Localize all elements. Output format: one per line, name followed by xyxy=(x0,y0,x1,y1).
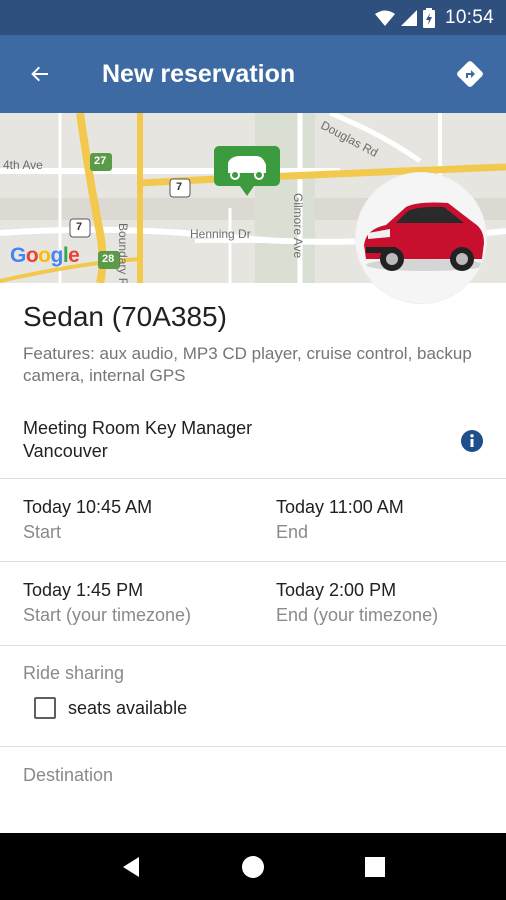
start-time-label: Start xyxy=(23,522,62,542)
seats-available-label: seats available xyxy=(68,697,188,718)
page-title: New reservation xyxy=(102,59,296,88)
nav-home-button[interactable] xyxy=(233,847,273,887)
wifi-icon xyxy=(374,10,395,26)
vehicle-features: Features: aux audio, MP3 CD player, crui… xyxy=(23,344,472,385)
directions-icon xyxy=(457,61,483,87)
tz-start-time-field: Today 1:45 PM Start (your timezone) xyxy=(23,580,191,626)
cell-signal-icon xyxy=(400,9,417,26)
street-henning-dr: Henning Dr xyxy=(190,227,251,241)
divider xyxy=(0,645,506,646)
tz-end-time-label: End (your timezone) xyxy=(276,605,439,625)
route-27-label: 27 xyxy=(94,155,107,167)
end-time-field[interactable]: Today 11:00 AM End xyxy=(276,497,404,543)
status-bar: 10:54 xyxy=(0,0,506,35)
arrow-back-icon xyxy=(31,66,48,82)
battery-charging-icon xyxy=(422,7,435,28)
route-28-label: 28 xyxy=(102,253,115,265)
street-4th-ave: 4th Ave xyxy=(3,158,43,172)
tz-end-time-value: Today 2:00 PM xyxy=(276,580,397,600)
start-time-value: Today 10:45 AM xyxy=(23,497,153,517)
end-time-label: End xyxy=(276,522,309,542)
status-icons xyxy=(374,7,435,28)
divider xyxy=(0,478,506,479)
circle-home-icon xyxy=(242,855,264,878)
destination-label[interactable]: Destination xyxy=(23,765,113,786)
triangle-back-icon xyxy=(123,856,139,877)
divider xyxy=(0,746,506,747)
google-logo: Google xyxy=(10,244,80,267)
tz-start-time-label: Start (your timezone) xyxy=(23,605,192,625)
street-boundary-rd: Boundary Rd xyxy=(116,223,130,283)
location-name: Meeting Room Key Manager xyxy=(23,418,253,438)
nav-back-button[interactable] xyxy=(111,847,151,887)
tz-end-time-field: Today 2:00 PM End (your timezone) xyxy=(276,580,438,626)
system-nav-bar xyxy=(0,833,506,900)
location-city: Vancouver xyxy=(23,441,108,461)
back-button[interactable] xyxy=(0,35,80,113)
tz-start-time-value: Today 1:45 PM xyxy=(23,580,144,600)
route-7b-label: 7 xyxy=(76,221,83,233)
divider xyxy=(0,561,506,562)
vehicle-photo xyxy=(355,172,487,304)
location-block: Meeting Room Key Manager Vancouver xyxy=(23,417,252,463)
vehicle-title: Sedan (70A385) xyxy=(23,301,227,332)
seats-available-checkbox[interactable] xyxy=(34,697,56,719)
ride-sharing-label: Ride sharing xyxy=(23,663,125,683)
route-7a-label: 7 xyxy=(176,181,183,193)
info-button[interactable] xyxy=(460,429,484,453)
info-icon xyxy=(461,430,483,452)
red-car-image xyxy=(356,173,486,303)
start-time-field[interactable]: Today 10:45 AM Start xyxy=(23,497,152,543)
seats-available-row[interactable]: seats available xyxy=(34,697,187,719)
end-time-value: Today 11:00 AM xyxy=(276,497,404,517)
nav-recents-button[interactable] xyxy=(355,847,395,887)
street-gilmore-ave: Gilmore Ave xyxy=(291,193,305,259)
clock: 10:54 xyxy=(444,6,494,28)
directions-button[interactable] xyxy=(434,35,506,113)
app-bar: New reservation xyxy=(0,35,506,113)
square-recents-icon xyxy=(365,856,385,877)
